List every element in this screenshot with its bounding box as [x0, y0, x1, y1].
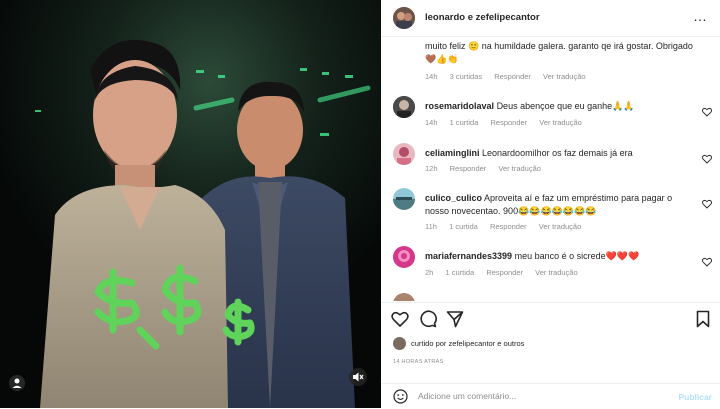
comment-item: muito feliz 🙂 na humildade galera. garan…: [381, 37, 720, 85]
reply-button[interactable]: Responder: [490, 222, 527, 231]
comment-likes[interactable]: 1 curtida: [449, 222, 478, 231]
comment-meta: 11h 1 curtida Responder Ver tradução: [425, 222, 591, 231]
translate-link[interactable]: Ver tradução: [498, 164, 541, 173]
more-options-icon[interactable]: …: [693, 9, 708, 23]
translate-link[interactable]: Ver tradução: [535, 268, 578, 277]
comment-body: culico_culico Aproveita aí e faz um empr…: [425, 192, 693, 218]
emoji-icon[interactable]: [393, 389, 408, 404]
comment-icon[interactable]: [419, 310, 437, 328]
commenter-username[interactable]: celiaminglini: [425, 148, 480, 158]
author-username[interactable]: leonardo e zefelipecantor: [425, 12, 540, 23]
author-avatar[interactable]: [393, 7, 415, 29]
like-comment-icon[interactable]: [702, 104, 712, 117]
comment-meta: 14h 3 curtidas Responder Ver tradução: [425, 72, 596, 81]
comment-likes[interactable]: 1 curtida: [445, 268, 474, 277]
like-comment-icon[interactable]: [702, 254, 712, 267]
like-comment-icon[interactable]: [702, 196, 712, 209]
commenter-username[interactable]: mariafernandes3399: [425, 251, 512, 261]
post-header: leonardo e zefelipecantor …: [381, 0, 720, 37]
comment-meta: 12h Responder Ver tradução: [425, 164, 551, 173]
post-timestamp: 14 HORAS ATRÁS: [393, 359, 444, 365]
add-comment-bar: Publicar: [381, 383, 720, 409]
reply-button[interactable]: Responder: [486, 268, 523, 277]
reply-button[interactable]: Responder: [450, 164, 487, 173]
comment-item: rosemaridolaval Deus abençoe que eu ganh…: [381, 96, 720, 134]
translate-link[interactable]: Ver tradução: [539, 118, 582, 127]
comment-age: 12h: [425, 164, 438, 173]
comment-text: Leonardoomilhor os faz demais já era: [482, 148, 633, 158]
comment-meta: 2h 1 curtida Responder Ver tradução: [425, 268, 588, 277]
liked-by-text[interactable]: curtido por zefelipecantor e outros: [411, 339, 524, 348]
post-panel: leonardo e zefelipecantor … muito feliz …: [381, 0, 720, 408]
comment-age: 11h: [425, 222, 437, 231]
comment-item: [381, 293, 720, 301]
commenter-avatar[interactable]: [393, 293, 415, 301]
comment-body: celiaminglini Leonardoomilhor os faz dem…: [425, 147, 693, 160]
comment-text: muito feliz 🙂 na humildade galera. garan…: [425, 41, 693, 64]
comment-body: mariafernandes3399 meu banco é o sicrede…: [425, 250, 693, 263]
like-heart-icon[interactable]: [391, 310, 409, 328]
comment-age: 14h: [425, 72, 438, 81]
commenter-avatar[interactable]: [393, 188, 415, 210]
comment-likes[interactable]: 3 curtidas: [450, 72, 483, 81]
commenter-avatar[interactable]: [393, 143, 415, 165]
publish-button[interactable]: Publicar: [678, 392, 712, 402]
reply-button[interactable]: Responder: [490, 118, 527, 127]
comment-likes[interactable]: 1 curtida: [450, 118, 479, 127]
comment-item: celiaminglini Leonardoomilhor os faz dem…: [381, 143, 720, 181]
comment-item: culico_culico Aproveita aí e faz um empr…: [381, 188, 720, 238]
comment-text: meu banco é o sicrede❤️❤️❤️: [514, 251, 640, 261]
comment-item: mariafernandes3399 meu banco é o sicrede…: [381, 246, 720, 284]
comment-meta: 14h 1 curtida Responder Ver tradução: [425, 118, 592, 127]
comment-body: rosemaridolaval Deus abençoe que eu ganh…: [425, 100, 693, 113]
commenter-avatar[interactable]: [393, 246, 415, 268]
translate-link[interactable]: Ver tradução: [543, 72, 586, 81]
video-frame: [0, 0, 381, 408]
reply-button[interactable]: Responder: [494, 72, 531, 81]
commenter-username[interactable]: culico_culico: [425, 193, 482, 203]
comment-body: muito feliz 🙂 na humildade galera. garan…: [425, 40, 693, 66]
post-actions: [381, 302, 720, 333]
save-bookmark-icon[interactable]: [694, 310, 712, 328]
tagged-user-icon[interactable]: [8, 374, 26, 392]
comment-age: 14h: [425, 118, 438, 127]
comment-text: Deus abençoe que eu ganhe🙏🙏: [496, 101, 635, 111]
post-media[interactable]: [0, 0, 381, 408]
comment-input[interactable]: [418, 389, 638, 403]
liker-avatar: [393, 337, 406, 350]
mute-icon[interactable]: [349, 368, 367, 386]
commenter-avatar[interactable]: [393, 96, 415, 118]
like-comment-icon[interactable]: [702, 151, 712, 164]
commenter-username[interactable]: rosemaridolaval: [425, 101, 494, 111]
translate-link[interactable]: Ver tradução: [539, 222, 582, 231]
comment-age: 2h: [425, 268, 434, 277]
comments-list[interactable]: muito feliz 🙂 na humildade galera. garan…: [381, 37, 720, 301]
share-icon[interactable]: [446, 310, 464, 328]
